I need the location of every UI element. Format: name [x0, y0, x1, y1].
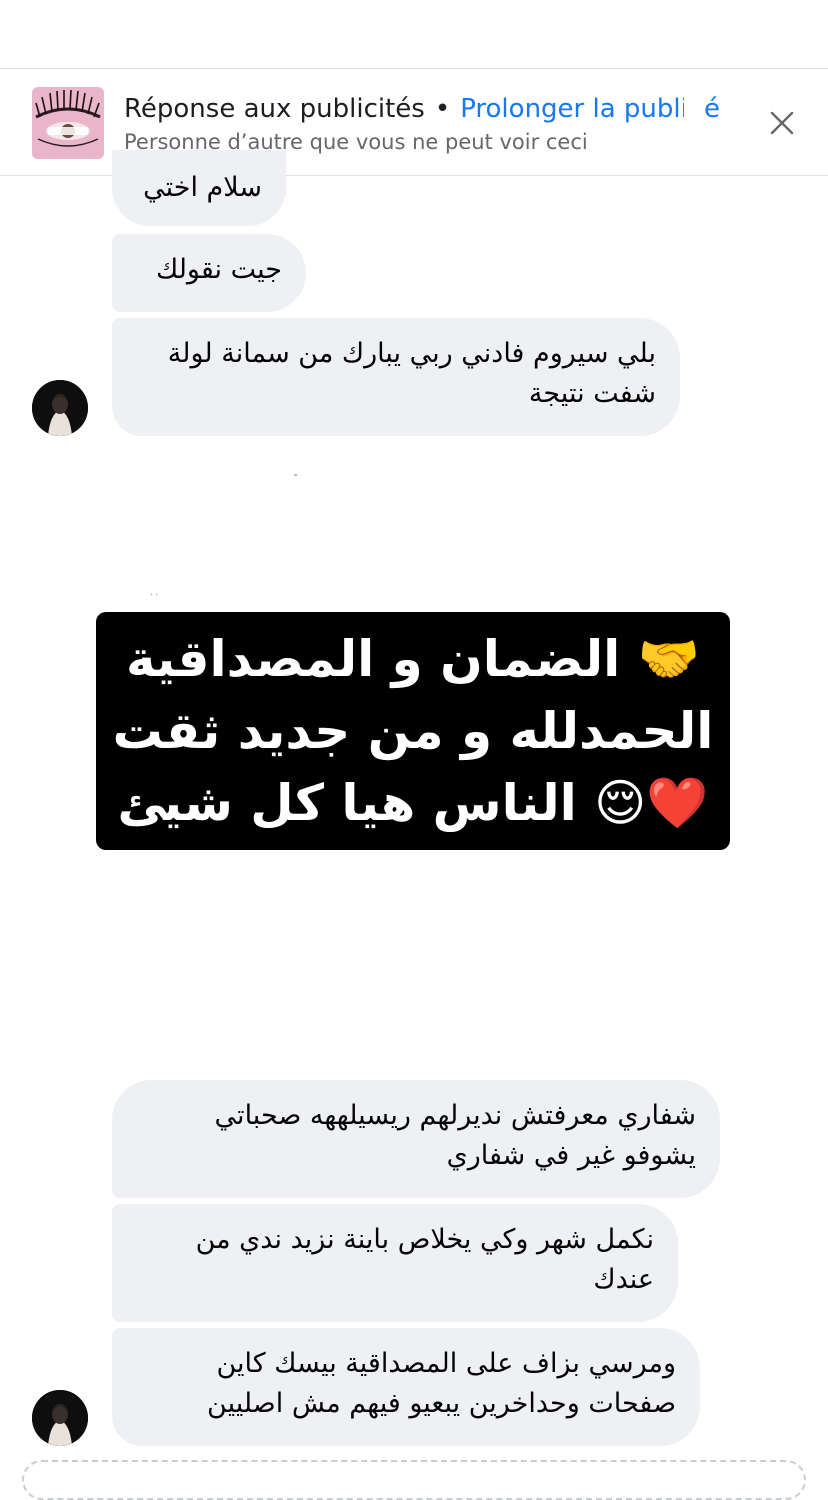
message-bubble[interactable]: نكمل شهر وكي يخلاص باينة نزيد ندي من عند…: [112, 1204, 678, 1322]
message-composer[interactable]: [22, 1460, 806, 1500]
extend-ad-link-tail: é: [704, 94, 720, 124]
ad-title: Réponse aux publicités: [124, 94, 425, 124]
sender-avatar[interactable]: [32, 1390, 88, 1446]
image-message[interactable]: 🤝 الضمان و المصداقية الحمدلله و من جديد …: [96, 612, 730, 850]
message-text-line: نكمل شهر وكي يخلاص باينة نزيد ندي من: [195, 1224, 654, 1255]
stray-dots: ··: [150, 590, 161, 601]
message-text-line: صفحات وحداخرين يبعيو فيهم مش اصليين: [207, 1388, 676, 1419]
stray-mark: [294, 474, 297, 476]
message-text-line: بلي سيروم فادني ربي يبارك من سمانة لولة: [167, 338, 656, 369]
message-bubble[interactable]: ومرسي بزاف على المصداقية بيسك كاين صفحات…: [112, 1328, 700, 1446]
message-text-line: ومرسي بزاف على المصداقية بيسك كاين: [216, 1348, 676, 1379]
message-bubble[interactable]: شفاري معرفتش نديرلهم ريسيلههه صحباتي يشو…: [112, 1080, 720, 1198]
message-text-line: شفت نتيجة: [528, 378, 656, 409]
message-text-line: شفاري معرفتش نديرلهم ريسيلههه صحباتي: [214, 1100, 696, 1131]
ad-title-separator: •: [434, 94, 451, 124]
image-text-line: 🤝 الضمان و المصداقية: [126, 630, 700, 688]
message-bubble[interactable]: جيت نقولك: [112, 234, 306, 312]
message-text: جيت نقولك: [155, 254, 282, 285]
message-bubble[interactable]: سلام اختي: [112, 150, 286, 226]
ad-title-row: Réponse aux publicités • Prolonger la publ…: [124, 91, 684, 127]
sender-avatar[interactable]: [32, 380, 88, 436]
message-text-line: يشوفو غير في شفاري: [446, 1140, 696, 1171]
image-text-line: الحمدلله و من جديد ثقت: [112, 702, 714, 760]
close-icon: [770, 111, 794, 135]
ad-thumbnail[interactable]: [32, 87, 104, 159]
close-banner-button[interactable]: [758, 99, 806, 147]
image-text-line: ❤️😌 الناس هيا كل شيئ: [117, 774, 709, 832]
message-bubble[interactable]: بلي سيروم فادني ربي يبارك من سمانة لولة …: [112, 318, 680, 436]
extend-ad-link[interactable]: Prolonger la publicité: [460, 94, 684, 124]
message-text: سلام اختي: [143, 172, 262, 203]
message-text-line: عندك: [593, 1264, 654, 1295]
